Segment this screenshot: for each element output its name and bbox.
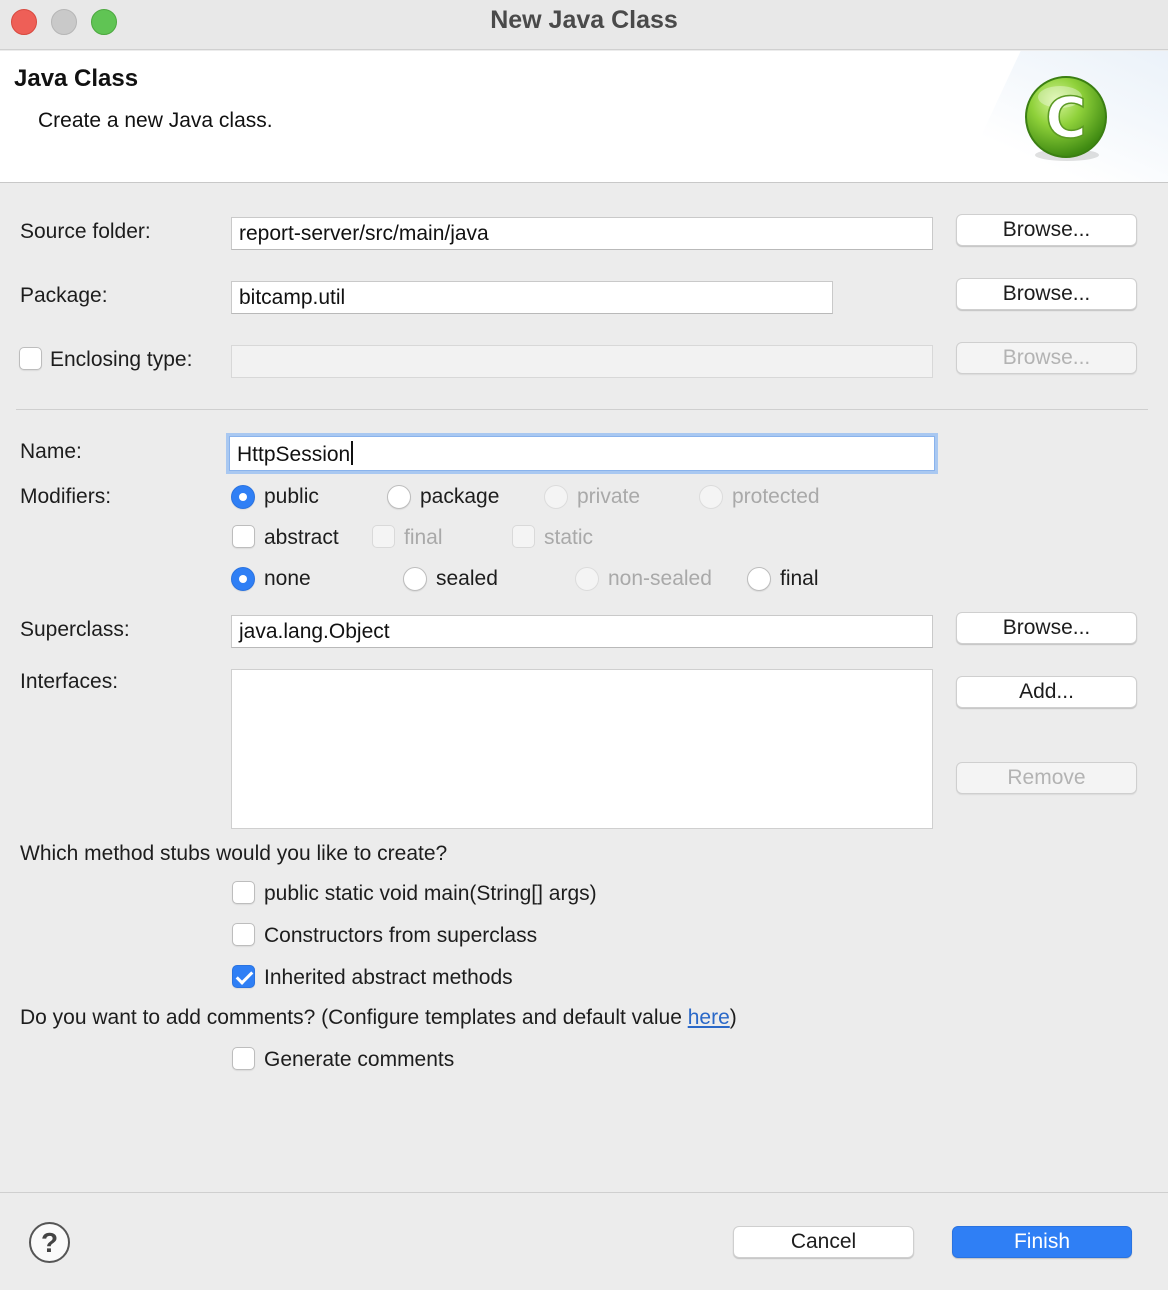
- private-radio[interactable]: [544, 485, 568, 509]
- generate-comments-label: Generate comments: [264, 1048, 455, 1071]
- superclass-field[interactable]: java.lang.Object: [231, 615, 933, 648]
- name-field[interactable]: HttpSession: [229, 436, 935, 471]
- name-label: Name:: [20, 440, 82, 463]
- text-caret: [351, 441, 354, 465]
- remove-interface-button[interactable]: Remove: [956, 762, 1137, 794]
- public-radio[interactable]: [231, 485, 255, 509]
- wizard-header: Java Class Create a new Java class. C: [0, 51, 1168, 183]
- name-value: HttpSession: [237, 443, 351, 466]
- static-checkbox[interactable]: [512, 525, 535, 548]
- constructors-checkbox[interactable]: [232, 923, 255, 946]
- templates-link[interactable]: here: [688, 1006, 730, 1029]
- interfaces-list[interactable]: [231, 669, 933, 829]
- none-label: none: [264, 567, 311, 590]
- source-folder-browse-button[interactable]: Browse...: [956, 214, 1137, 246]
- svg-text:C: C: [1045, 86, 1086, 151]
- separator: [16, 409, 1148, 410]
- private-label: private: [577, 485, 641, 508]
- footer-separator: [0, 1192, 1168, 1193]
- comments-question: Do you want to add comments? (Configure …: [20, 1006, 737, 1030]
- static-label: static: [544, 526, 594, 549]
- protected-label: protected: [732, 485, 820, 508]
- enclosing-type-browse-button[interactable]: Browse...: [956, 342, 1137, 374]
- abstract-label: abstract: [264, 526, 339, 549]
- cancel-button[interactable]: Cancel: [733, 1226, 914, 1258]
- superclass-label: Superclass:: [20, 618, 130, 641]
- page-description: Create a new Java class.: [38, 109, 273, 132]
- package-label: Package:: [20, 284, 108, 307]
- enclosing-type-label: Enclosing type:: [50, 348, 193, 371]
- comments-question-text: Do you want to add comments? (Configure …: [20, 1006, 688, 1029]
- final-flag-label: final: [404, 526, 443, 549]
- help-icon[interactable]: ?: [29, 1222, 70, 1263]
- modifiers-label: Modifiers:: [20, 485, 112, 508]
- enclosing-type-checkbox[interactable]: [19, 347, 42, 370]
- sealed-label: sealed: [436, 567, 498, 590]
- java-class-icon: C: [1025, 76, 1107, 161]
- comments-question-suffix: ): [729, 1006, 737, 1029]
- enclosing-type-field[interactable]: [231, 345, 933, 378]
- generate-comments-checkbox[interactable]: [232, 1047, 255, 1070]
- inherited-abstract-checkbox[interactable]: [232, 965, 255, 988]
- add-interface-button[interactable]: Add...: [956, 676, 1137, 708]
- method-stubs-question: Which method stubs would you like to cre…: [20, 842, 448, 865]
- package-browse-button[interactable]: Browse...: [956, 278, 1137, 310]
- source-folder-field[interactable]: report-server/src/main/java: [231, 217, 933, 250]
- package-field[interactable]: bitcamp.util: [231, 281, 833, 314]
- inherited-abstract-label: Inherited abstract methods: [264, 966, 513, 989]
- window-title: New Java Class: [490, 6, 678, 34]
- non-sealed-radio[interactable]: [575, 567, 599, 591]
- public-label: public: [264, 485, 319, 508]
- page-title: Java Class: [14, 65, 139, 92]
- main-method-checkbox[interactable]: [232, 881, 255, 904]
- final-checkbox[interactable]: [372, 525, 395, 548]
- final-sealing-label: final: [780, 567, 819, 590]
- package-modifier-label: package: [420, 485, 500, 508]
- interfaces-label: Interfaces:: [20, 670, 119, 693]
- protected-radio[interactable]: [699, 485, 723, 509]
- constructors-label: Constructors from superclass: [264, 924, 538, 947]
- final-sealing-radio[interactable]: [747, 567, 771, 591]
- package-radio[interactable]: [387, 485, 411, 509]
- superclass-browse-button[interactable]: Browse...: [956, 612, 1137, 644]
- abstract-checkbox[interactable]: [232, 525, 255, 548]
- title-bar: New Java Class: [0, 0, 1168, 50]
- none-radio[interactable]: [231, 567, 255, 591]
- main-method-label: public static void main(String[] args): [264, 882, 597, 905]
- source-folder-label: Source folder:: [20, 220, 151, 243]
- non-sealed-label: non-sealed: [608, 567, 712, 590]
- finish-button[interactable]: Finish: [952, 1226, 1132, 1258]
- sealed-radio[interactable]: [403, 567, 427, 591]
